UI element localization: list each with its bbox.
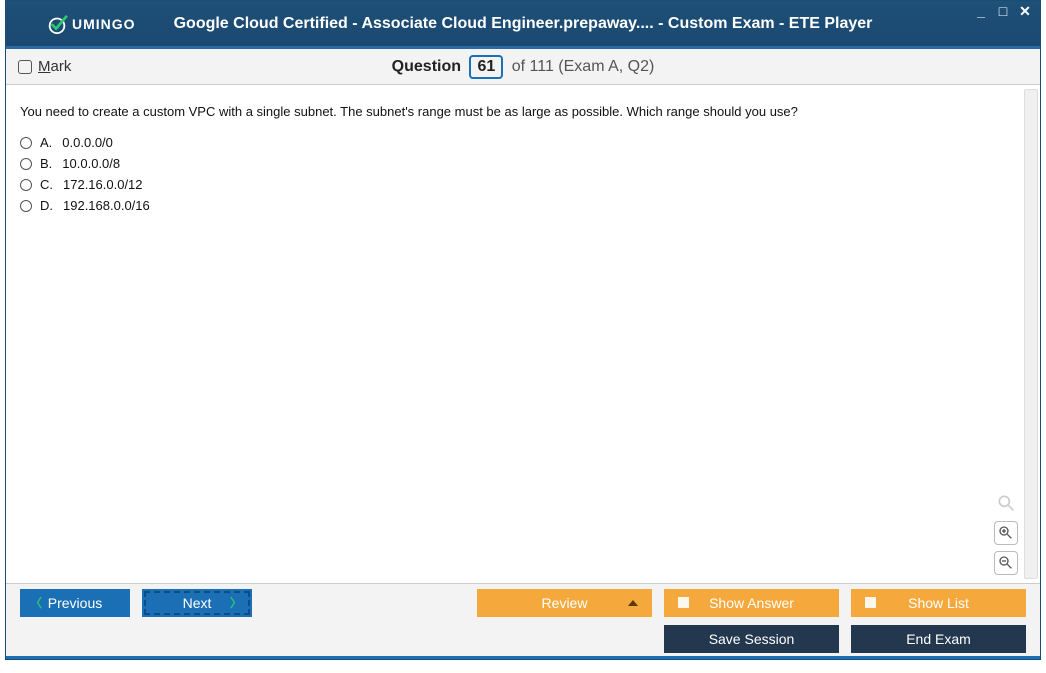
radio-icon	[20, 137, 32, 149]
show-list-button[interactable]: Show List	[851, 589, 1026, 617]
content-area: You need to create a custom VPC with a s…	[6, 85, 1040, 583]
option-d[interactable]: D. 192.168.0.0/16	[20, 198, 1026, 213]
zoom-in-button[interactable]	[994, 521, 1018, 545]
checkbox-icon	[865, 597, 876, 608]
checkbox-icon	[678, 597, 689, 608]
save-session-button[interactable]: Save Session	[664, 625, 839, 653]
title-bar: UMINGO Google Cloud Certified - Associat…	[6, 1, 1040, 49]
current-question-number: 61	[469, 55, 503, 79]
question-header: Mark Question 61 of 111 (Exam A, Q2)	[6, 49, 1040, 85]
maximize-button[interactable]: □	[994, 4, 1012, 20]
previous-button[interactable]: 〈 Previous	[20, 589, 130, 617]
triangle-up-icon	[628, 600, 638, 606]
window-controls: _ □ ✕	[972, 4, 1034, 20]
minimize-button[interactable]: _	[972, 4, 990, 20]
footer-session-row: Save Session End Exam	[6, 621, 1040, 659]
answer-options: A. 0.0.0.0/0 B. 10.0.0.0/8 C. 172.16.0.0…	[20, 135, 1026, 213]
radio-icon	[20, 158, 32, 170]
show-answer-button[interactable]: Show Answer	[664, 589, 839, 617]
question-text: You need to create a custom VPC with a s…	[20, 103, 1026, 121]
option-b[interactable]: B. 10.0.0.0/8	[20, 156, 1026, 171]
radio-icon	[20, 179, 32, 191]
checkmark-icon	[46, 13, 68, 35]
next-button[interactable]: Next 〉	[142, 589, 252, 617]
end-exam-button[interactable]: End Exam	[851, 625, 1026, 653]
mark-label: Mark	[38, 58, 71, 75]
zoom-out-button[interactable]	[994, 551, 1018, 575]
vertical-scrollbar[interactable]	[1024, 89, 1038, 579]
question-position: Question 61 of 111 (Exam A, Q2)	[6, 55, 1040, 79]
app-logo: UMINGO	[46, 13, 136, 35]
mark-toggle[interactable]: Mark	[18, 58, 71, 75]
radio-icon	[20, 200, 32, 212]
zoom-tools	[994, 491, 1018, 575]
review-button[interactable]: Review	[477, 589, 652, 617]
option-a[interactable]: A. 0.0.0.0/0	[20, 135, 1026, 150]
chevron-right-icon: 〉	[230, 594, 242, 611]
footer-nav-row: 〈 Previous Next 〉 Review Show Answer Sho…	[6, 583, 1040, 621]
logo-text: UMINGO	[72, 16, 136, 32]
option-c[interactable]: C. 172.16.0.0/12	[20, 177, 1026, 192]
chevron-left-icon: 〈	[30, 594, 42, 611]
app-window: UMINGO Google Cloud Certified - Associat…	[5, 0, 1041, 660]
checkbox-icon	[18, 60, 32, 74]
window-title: Google Cloud Certified - Associate Cloud…	[6, 15, 1040, 33]
question-content: You need to create a custom VPC with a s…	[6, 85, 1040, 231]
close-button[interactable]: ✕	[1016, 4, 1034, 20]
search-icon[interactable]	[994, 491, 1018, 515]
